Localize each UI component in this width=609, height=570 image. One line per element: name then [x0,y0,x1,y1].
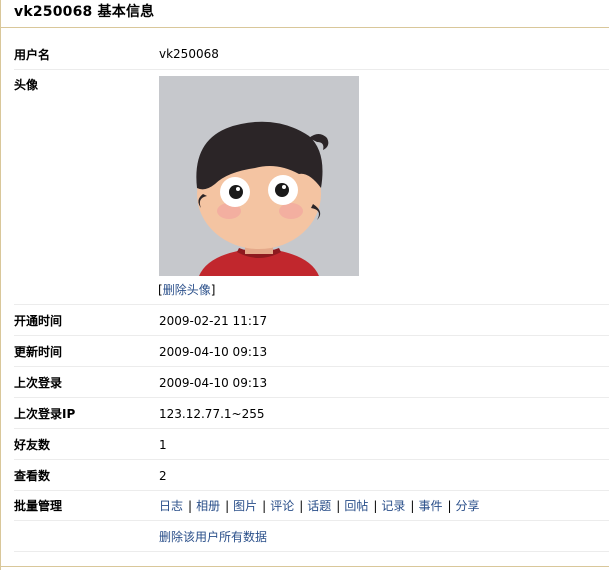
action-album[interactable]: 相册 [196,499,220,513]
title-divider [1,27,609,28]
action-separator: | [410,499,415,513]
label-created-time: 开通时间 [14,314,63,328]
value-friend-count: 1 [159,438,167,452]
value-last-login: 2009-04-10 09:13 [159,376,268,390]
row-divider [14,520,609,521]
delete-avatar-wrapper: [删除头像] [158,281,215,298]
batch-actions: 日志 | 相册 | 图片 | 评论 | 话题 | 回帖 | 记录 | 事件 | 分享 [159,497,480,514]
label-view-count: 查看数 [14,469,51,483]
value-username: vk250068 [159,47,219,61]
action-shares[interactable]: 分享 [456,499,480,513]
value-last-login-ip: 123.12.77.1~255 [159,407,265,421]
action-records[interactable]: 记录 [381,499,405,513]
label-updated-time: 更新时间 [14,345,63,359]
action-separator: | [336,499,341,513]
value-view-count: 2 [159,469,167,483]
action-images[interactable]: 图片 [233,499,257,513]
avatar [159,76,359,276]
value-updated-time: 2009-04-10 09:13 [159,345,268,359]
action-separator: | [447,499,452,513]
action-topics[interactable]: 话题 [307,499,331,513]
row-divider [14,69,609,70]
delete-avatar-link[interactable]: 删除头像 [163,283,211,297]
row-divider [14,335,609,336]
action-separator: | [299,499,304,513]
delete-all-data-link[interactable]: 删除该用户所有数据 [159,528,267,545]
action-separator: | [262,499,267,513]
value-created-time: 2009-02-21 11:17 [159,314,268,328]
label-friend-count: 好友数 [14,438,51,452]
row-divider [14,551,609,552]
label-username: 用户名 [14,48,51,62]
action-comments[interactable]: 评论 [270,499,294,513]
row-divider [14,366,609,367]
label-last-login-ip: 上次登录IP [14,407,76,421]
action-replies[interactable]: 回帖 [344,499,368,513]
label-batch-manage: 批量管理 [14,499,63,513]
row-divider [14,397,609,398]
action-separator: | [225,499,230,513]
avatar-image [159,76,359,276]
row-divider [14,428,609,429]
page-title: vk250068 基本信息 [14,4,155,20]
row-divider [14,304,609,305]
action-separator: | [188,499,193,513]
label-last-login: 上次登录 [14,376,63,390]
row-divider [14,459,609,460]
row-divider [14,490,609,491]
label-avatar: 头像 [14,78,39,92]
action-events[interactable]: 事件 [418,499,442,513]
user-info-panel: vk250068 基本信息 用户名 vk250068 头像 [删除头像] 开通时… [0,0,609,570]
action-blog[interactable]: 日志 [159,499,183,513]
panel-bottom-border [1,566,609,567]
bracket-close: ] [210,283,216,297]
action-separator: | [373,499,378,513]
